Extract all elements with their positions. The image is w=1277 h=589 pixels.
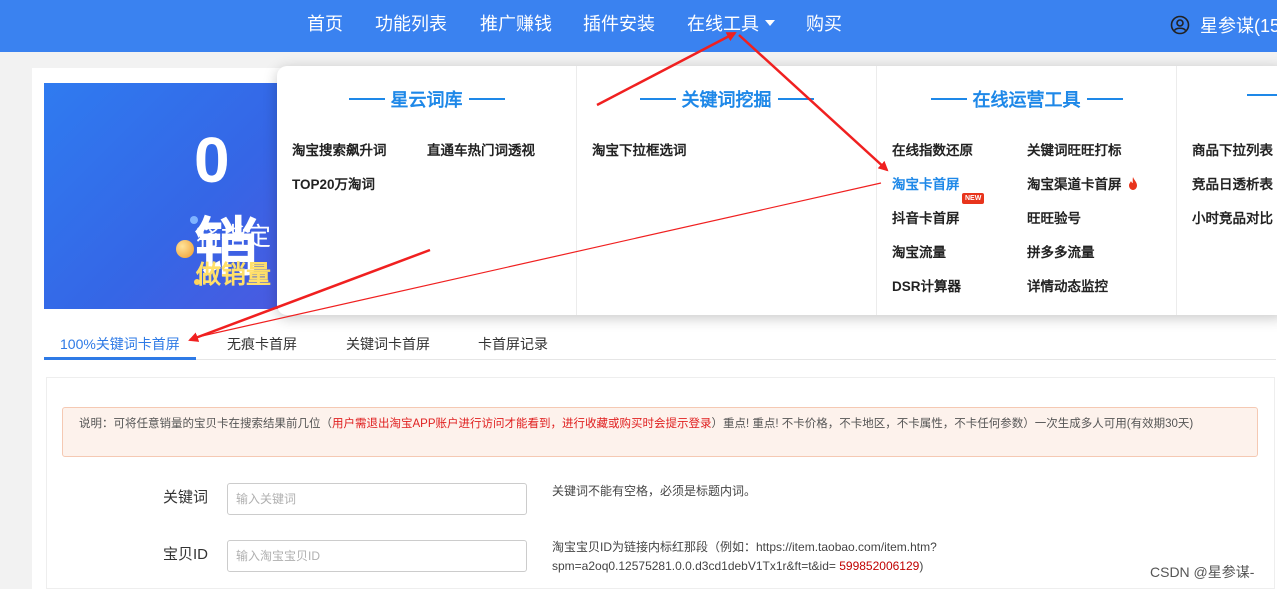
menu-item-keyword-wangwang-tag[interactable]: 关键词旺旺打标 <box>1027 139 1122 159</box>
item-id-example: 599852006129 <box>839 559 920 573</box>
column-title: 关键词挖掘 <box>577 86 876 112</box>
item-id-hint-close: ) <box>919 559 924 573</box>
item-id-hint: 淘宝宝贝ID为链接内标红那段（例如：https://item.taobao.co… <box>552 538 982 576</box>
banner-decoration <box>176 240 194 258</box>
item-id-input[interactable] <box>227 540 527 572</box>
menu-item-index-restore[interactable]: 在线指数还原 <box>892 139 973 159</box>
menu-item-hourly-compare[interactable]: 小时竞品对比 <box>1192 207 1273 227</box>
online-tools-dropdown: 星云词库 淘宝搜索飙升词 直通车热门词透视 TOP20万淘词 关键词挖掘 淘宝下… <box>277 66 1277 315</box>
new-badge: NEW <box>962 193 985 204</box>
dropdown-column-keyword-mining: 关键词挖掘 淘宝下拉框选词 <box>577 66 877 315</box>
menu-item-dsr-calculator[interactable]: DSR计算器 <box>892 275 961 295</box>
tab-100-keyword-first-screen[interactable]: 100%关键词卡首屏 <box>60 334 180 354</box>
dropdown-column-word-library: 星云词库 淘宝搜索飙升词 直通车热门词透视 TOP20万淘词 <box>277 66 577 315</box>
user-name: 星参谋(15 <box>1200 16 1277 36</box>
user-menu[interactable]: 星参谋(15 <box>1170 12 1277 38</box>
user-icon <box>1170 15 1190 35</box>
nav-feature-list[interactable]: 功能列表 <box>375 12 447 36</box>
column-title-cut <box>1177 86 1277 107</box>
item-id-hint-line-2: spm=a2oq0.12575281.0.0.d3cd1debV1Tx1r&ft… <box>552 559 836 573</box>
menu-item-wangwang-check[interactable]: 旺旺验号 <box>1027 207 1081 227</box>
notice-text-end: ）重点! 重点! 不卡价格，不卡地区，不卡属性，不卡任何参数）一次生成多人可用(… <box>711 418 1194 430</box>
dropdown-column-competitor: 商品下拉列表 竞品日透析表 小时竞品对比 <box>1177 66 1277 315</box>
tab-keyword-first-screen[interactable]: 关键词卡首屏 <box>346 334 430 354</box>
nav-promote[interactable]: 推广赚钱 <box>480 12 552 36</box>
menu-item-top20w-words[interactable]: TOP20万淘词 <box>292 173 375 193</box>
tab-first-screen-records[interactable]: 卡首屏记录 <box>478 334 548 354</box>
nav-home[interactable]: 首页 <box>307 12 343 36</box>
menu-item-competitor-daily[interactable]: 竞品日透析表 <box>1192 173 1273 193</box>
active-tab-indicator <box>44 357 196 360</box>
keyword-input[interactable] <box>227 483 527 515</box>
promo-banner[interactable]: 0销 将指定 做销量 <box>44 83 284 309</box>
menu-item-taobao-first-screen[interactable]: 淘宝卡首屏 <box>892 173 960 193</box>
dropdown-column-operation-tools: 在线运营工具 在线指数还原 关键词旺旺打标 淘宝卡首屏 淘宝渠道卡首屏 抖音卡首… <box>877 66 1177 315</box>
nav-buy[interactable]: 购买 <box>806 12 842 36</box>
tab-traceless-first-screen[interactable]: 无痕卡首屏 <box>227 334 297 354</box>
notice-warning: 用户需退出淘宝APP账户进行访问才能看到，进行收藏或购买时会提示登录 <box>332 418 712 430</box>
notice-text: 说明：可将任意销量的宝贝卡在搜索结果前几位（ <box>79 418 332 430</box>
notice-box: 说明：可将任意销量的宝贝卡在搜索结果前几位（用户需退出淘宝APP账户进行访问才能… <box>62 407 1258 457</box>
menu-item-detail-monitor[interactable]: 详情动态监控 <box>1027 275 1108 295</box>
menu-item-pdd-traffic[interactable]: 拼多多流量 <box>1027 241 1095 261</box>
chevron-down-icon <box>765 20 775 26</box>
item-id-hint-line-1: 淘宝宝贝ID为链接内标红那段（例如：https://item.taobao.co… <box>552 540 937 554</box>
nav-online-tools-label: 在线工具 <box>687 14 759 34</box>
menu-item-taobao-rising-words[interactable]: 淘宝搜索飙升词 <box>292 139 387 159</box>
keyword-label: 关键词 <box>163 489 209 506</box>
fire-icon <box>1128 177 1137 190</box>
keyword-hint: 关键词不能有空格，必须是标题内词。 <box>552 484 757 498</box>
column-title: 在线运营工具 <box>877 86 1176 112</box>
column-title: 星云词库 <box>277 86 576 112</box>
top-nav: 首页 功能列表 推广赚钱 插件安装 在线工具 购买 星参谋(15 <box>0 0 1277 52</box>
banner-line-1: 将指定 <box>196 223 272 251</box>
nav-plugin-install[interactable]: 插件安装 <box>583 12 655 36</box>
nav-online-tools[interactable]: 在线工具 <box>687 12 775 36</box>
tab-bar: 100%关键词卡首屏 无痕卡首屏 关键词卡首屏 卡首屏记录 <box>44 324 1276 360</box>
menu-item-product-dropdown-list[interactable]: 商品下拉列表 <box>1192 139 1273 159</box>
menu-item-dropdown-word-select[interactable]: 淘宝下拉框选词 <box>592 139 687 159</box>
menu-item-taobao-traffic[interactable]: 淘宝流量 <box>892 241 946 261</box>
watermark: CSDN @星参谋- <box>1150 564 1255 580</box>
menu-item-taobao-channel-first-screen[interactable]: 淘宝渠道卡首屏 <box>1027 173 1138 193</box>
menu-item-ztc-hot-words[interactable]: 直通车热门词透视 <box>427 139 535 159</box>
menu-item-douyin-first-screen[interactable]: 抖音卡首屏 NEW <box>892 193 985 227</box>
item-id-label: 宝贝ID <box>163 546 209 563</box>
banner-line-2: 做销量 <box>196 261 272 289</box>
